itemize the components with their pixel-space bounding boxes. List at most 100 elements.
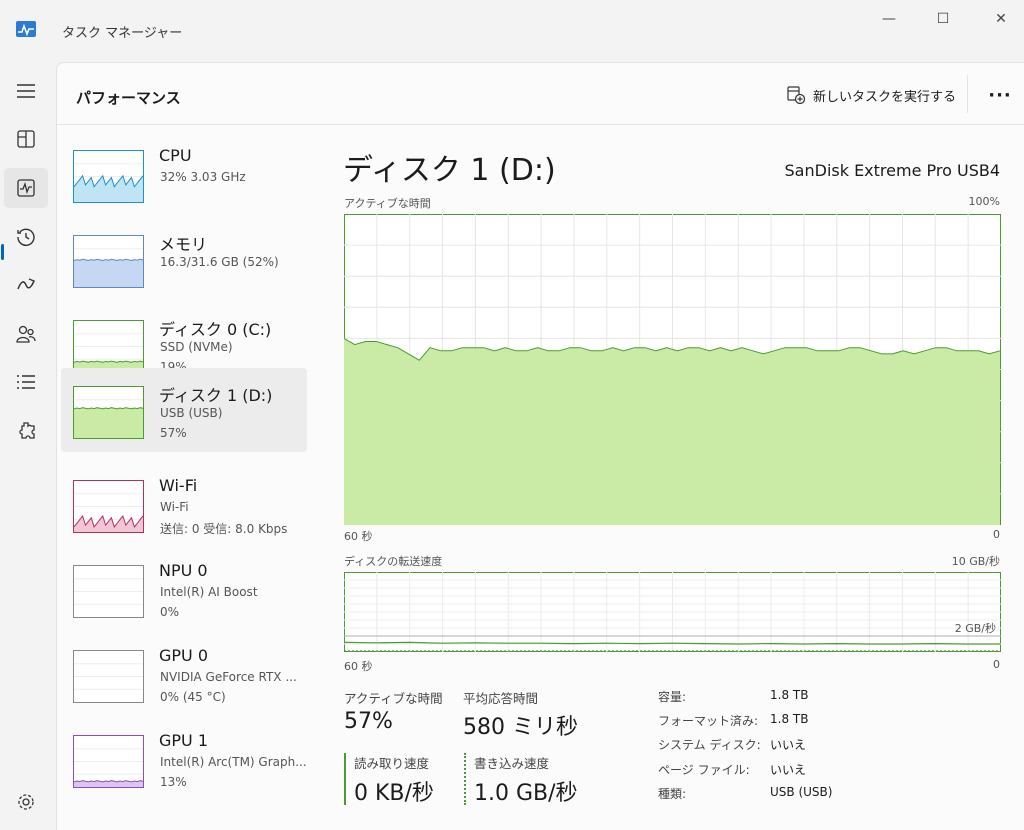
avg-response-value: 580 ミリ秒 <box>463 715 578 740</box>
sidebar-item-detail: Intel(R) AI Boost <box>160 585 258 599</box>
write-speed-value: 1.0 GB/秒 <box>474 781 578 806</box>
performance-icon <box>17 179 35 197</box>
sidebar-item-detail: USB (USB) <box>160 406 223 420</box>
active-time-chart <box>344 214 1001 525</box>
sidebar-item-usage: 送信: 0 受信: 8.0 Kbps <box>160 522 288 536</box>
mini-graph <box>74 163 143 202</box>
left-navigation <box>0 60 56 830</box>
transfer-chart-label: ディスクの転送速度 <box>344 555 443 568</box>
gear-icon <box>18 794 34 810</box>
mini-graph-area <box>74 407 143 438</box>
sidebar-item-thumbnail <box>73 565 144 618</box>
run-task-icon <box>787 86 805 104</box>
sidebar-item-detail: 16.3/31.6 GB (52%) <box>160 255 279 269</box>
hamburger-icon <box>17 84 35 98</box>
run-new-task-button[interactable]: 新しいタスクを実行する <box>787 83 956 107</box>
capacity-label: 容量: <box>658 690 687 704</box>
sidebar-item-name: GPU 1 <box>159 731 209 750</box>
sidebar-item-name: Wi-Fi <box>159 476 198 495</box>
sidebar-item-name: ディスク 1 (D:) <box>159 386 273 405</box>
mini-graph-area <box>74 516 143 532</box>
more-options-button[interactable]: ··· <box>986 83 1014 107</box>
formatted-value: 1.8 TB <box>770 712 809 726</box>
sidebar-item-name: メモリ <box>159 235 208 254</box>
capacity-value: 1.8 TB <box>770 688 809 702</box>
processes-icon <box>17 130 35 148</box>
mini-graph <box>74 578 143 605</box>
minimize-button[interactable]: — <box>874 8 904 30</box>
sidebar-item-name: ディスク 0 (C:) <box>159 320 272 339</box>
sidebar-item-thumbnail <box>73 320 144 373</box>
nav-details[interactable] <box>4 362 48 402</box>
disk-model: SanDisk Extreme Pro USB4 <box>784 161 1000 180</box>
sidebar-item-thumbnail <box>73 235 144 288</box>
sidebar-item-thumbnail <box>73 150 144 203</box>
active-time-stat-label: アクティブな時間 <box>344 691 443 706</box>
close-icon: ✕ <box>995 11 1007 27</box>
title-bar: タスク マネージャー — ☐ ✕ <box>0 0 1024 60</box>
transfer-rate-chart <box>344 572 1001 652</box>
mini-graph <box>74 493 143 532</box>
sidebar-item-5[interactable]: NPU 0 Intel(R) AI Boost 0% <box>61 547 307 631</box>
sidebar-item-name: GPU 0 <box>159 646 209 665</box>
close-button[interactable]: ✕ <box>986 8 1016 30</box>
formatted-label: フォーマット済み: <box>658 714 759 728</box>
details-icon <box>17 375 35 389</box>
page-file-value: いいえ <box>770 763 807 777</box>
window-title: タスク マネージャー <box>62 26 183 41</box>
nav-services[interactable] <box>4 411 48 451</box>
active-time-chart-max: 100% <box>968 195 1000 208</box>
active-time-x-left: 60 秒 <box>344 530 373 543</box>
task-manager-app-icon <box>16 21 36 37</box>
sidebar-item-thumbnail <box>73 480 144 533</box>
header: パフォーマンス 新しいタスクを実行する ··· <box>57 63 1024 125</box>
main-panel: パフォーマンス 新しいタスクを実行する ··· CPU 32% 3.03 GHz メ… <box>56 62 1024 830</box>
transfer-chart-max: 10 GB/秒 <box>951 555 1000 568</box>
active-time-stat-value: 57% <box>344 709 393 734</box>
mini-graph <box>74 663 143 690</box>
sidebar-item-usage: 57% <box>160 426 187 440</box>
maximize-button[interactable]: ☐ <box>928 8 958 30</box>
hamburger-menu-button[interactable] <box>4 71 48 111</box>
app-history-icon <box>17 228 35 246</box>
more-icon: ··· <box>988 84 1012 106</box>
sidebar-item-4[interactable]: Wi-Fi Wi-Fi 送信: 0 受信: 8.0 Kbps <box>61 462 307 546</box>
sidebar-item-3[interactable]: ディスク 1 (D:) USB (USB) 57% <box>61 368 307 452</box>
nav-startup[interactable] <box>4 265 48 305</box>
sidebar-item-1[interactable]: メモリ 16.3/31.6 GB (52%) <box>61 217 307 301</box>
sidebar-item-6[interactable]: GPU 0 NVIDIA GeForce RTX ... 0% (45 °C) <box>61 632 307 716</box>
sidebar-item-thumbnail <box>73 650 144 703</box>
run-new-task-label: 新しいタスクを実行する <box>813 89 957 105</box>
sidebar-item-thumbnail <box>73 735 144 788</box>
mini-graph-area <box>74 259 143 287</box>
active-time-x-right: 0 <box>993 528 1000 541</box>
sidebar-item-0[interactable]: CPU 32% 3.03 GHz <box>61 132 307 216</box>
sidebar-item-detail: Wi-Fi <box>160 500 189 514</box>
sidebar-item-usage: 0% (45 °C) <box>160 690 226 704</box>
page-file-label: ページ ファイル: <box>658 763 750 777</box>
mini-graph <box>74 399 143 438</box>
read-speed-indicator <box>344 753 346 805</box>
nav-users[interactable] <box>4 314 48 354</box>
type-label: 種類: <box>658 787 687 801</box>
read-speed-value: 0 KB/秒 <box>354 781 434 806</box>
nav-app-history[interactable] <box>4 217 48 257</box>
mini-graph <box>74 748 143 787</box>
transfer-chart-mid: 2 GB/秒 <box>954 622 996 635</box>
sidebar-item-usage: 0% <box>160 605 180 619</box>
read-speed-label: 読み取り速度 <box>354 756 430 771</box>
mini-graph <box>74 333 143 372</box>
transfer-x-left: 60 秒 <box>344 660 373 673</box>
type-value: USB (USB) <box>770 785 833 799</box>
nav-performance[interactable] <box>4 168 48 208</box>
settings-button[interactable] <box>4 782 48 822</box>
nav-processes[interactable] <box>4 119 48 159</box>
sidebar-item-detail: 32% 3.03 GHz <box>160 170 246 184</box>
sidebar-item-detail: NVIDIA GeForce RTX ... <box>160 670 297 684</box>
users-icon <box>16 325 36 343</box>
disk-title: ディスク 1 (D:) <box>343 153 556 188</box>
maximize-icon: ☐ <box>936 11 950 27</box>
header-separator <box>967 75 968 113</box>
transfer-x-right: 0 <box>993 658 1000 671</box>
sidebar-item-7[interactable]: GPU 1 Intel(R) Arc(TM) Graph... 13% <box>61 717 307 801</box>
